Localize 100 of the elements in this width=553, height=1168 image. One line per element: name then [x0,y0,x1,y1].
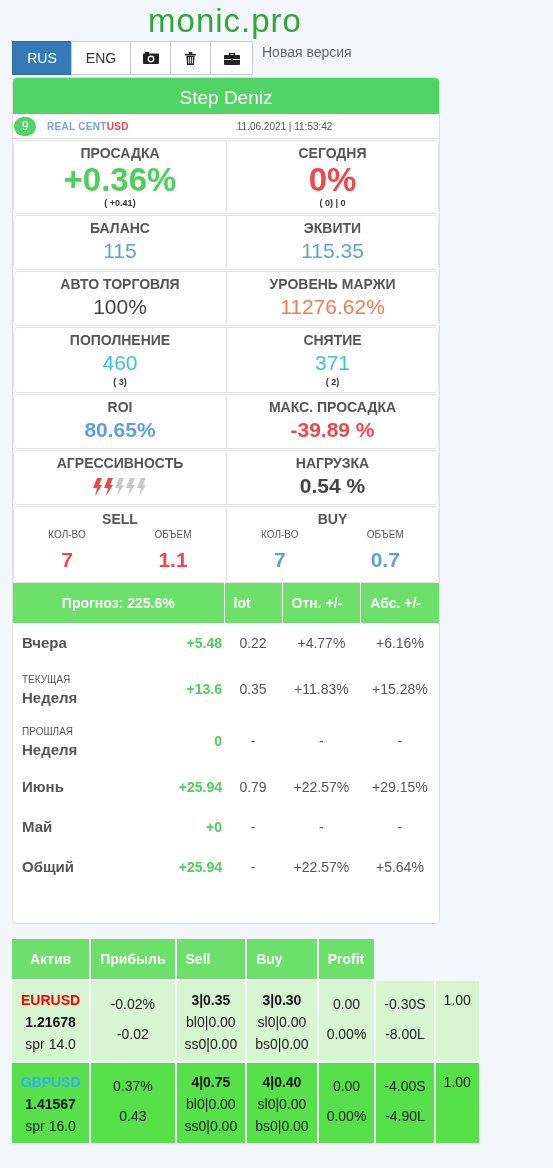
trash-icon [185,51,196,65]
table-cell: 0.22 [224,623,282,663]
language-button[interactable]: RUS [12,41,72,75]
table-cell-text: +29.15% [371,778,429,797]
lightning-icon [137,478,147,496]
table-cell-text: - [249,858,257,877]
stat-label: ПРОСАДКА [79,144,161,162]
stat-label: МАКС. ПРОСАДКА [267,398,398,416]
stat-value: -39.89 % [289,417,376,443]
stat-value: 100% [92,294,148,320]
table-cell-text: 0.00 [331,1077,362,1096]
stat-value: 80.65% [83,417,157,443]
table-cell-text: +22.57% [292,858,351,877]
column-label: КОЛ-ВО [260,528,300,542]
column-header: Актив [12,939,90,979]
table-cell-text: ss0|0.00 [184,1035,238,1054]
column-label: ОБЪЕМ [153,528,193,542]
stat-note: ( 0) | 0 [318,198,347,209]
table-cell-text: -4.90L [384,1107,426,1126]
table-cell-text: 0.00% [326,1025,367,1044]
stat-label: СЕГОДНЯ [297,144,368,162]
stat-value: 371 [313,350,351,376]
table-cell-text: 0.00% [326,1107,367,1126]
period-label: Вчера [22,634,68,652]
table-cell-text: -4.00S [384,1077,426,1096]
account-type: REAL CENTUSD [47,120,129,132]
table-cell-text: -0.30S [384,995,426,1014]
table-cell-text: 0.00 [331,995,362,1014]
table-cell-text: -8.00L [384,1025,426,1044]
stat-label: СНЯТИЕ [302,331,363,349]
spread-value: spr 16.0 [24,1117,77,1136]
stat-label: АГРЕССИВНОСТЬ [55,454,185,472]
stat-label: SELL [101,510,139,528]
new-version-link[interactable]: Новая версия [262,44,352,60]
stat-value: +0.36% [62,162,178,198]
table-cell-text: +25.94 [177,858,223,877]
column-header: lot [224,583,282,623]
stat-label: БАЛАНС [89,219,151,237]
period-label: Неделя [22,741,79,759]
camera-icon [142,52,159,64]
table-cell-text: 1.00 [443,1073,471,1092]
column-header: Sell [176,939,246,979]
table-cell-text: 3|0.30 [261,991,303,1010]
table-cell-text: 0.37% [112,1077,154,1096]
site-logo[interactable]: monic.pro [12,0,438,41]
table-cell-text: - [318,818,325,837]
table-cell-text: ss0|0.00 [184,1117,238,1136]
stat-value: 0% [307,162,358,198]
table-cell-text: +15.28% [371,680,429,699]
stat-note: ( +0.41) [103,198,137,209]
table-cell-text: 0.79 [238,778,268,797]
table-cell-text: 1.00 [443,991,471,1010]
stat-value: 0.54 % [298,473,367,499]
column-label: КОЛ-ВО [47,528,87,542]
spread-value: spr 14.0 [24,1035,77,1054]
table-cell-text: 4|0.40 [261,1073,303,1092]
stat-label: BUY [316,510,349,528]
stat-note: ( 3) [112,377,128,388]
column-header: Абс. +/- [360,583,439,623]
delete-button[interactable] [170,41,211,75]
order-volume: 1.1 [157,547,189,573]
period-label: Общий [22,858,76,876]
column-header: Buy [247,939,317,979]
stat-label: АВТО ТОРГОВЛЯ [59,275,181,293]
table-cell-text: 4|0.75 [190,1073,232,1092]
table-cell-text: +13.6 [185,680,223,699]
symbol-name: GBPUSD [20,1073,82,1092]
lightning-icon [104,478,114,496]
table-cell-text: sl0|0.00 [256,1013,308,1032]
table-cell-text: - [249,732,257,751]
period-label: Май [22,818,54,836]
order-count: 7 [272,547,287,573]
price-value: 1.21678 [24,1013,77,1032]
table-cell-text: +0 [205,818,223,837]
column-header: Отн. +/- [282,583,361,623]
table-cell-text: - [318,732,325,751]
table-cell-text: -0.02% [109,995,157,1014]
stat-label: НАГРУЗКА [294,454,371,472]
lightning-icon [115,478,125,496]
table-cell-text: bs0|0.00 [255,1117,309,1136]
date-time: 11.06.2021 | 11:53:42 [236,120,333,132]
column-header: Прибыль [91,939,175,979]
table-cell: +4.77% [282,623,361,663]
price-value: 1.41567 [24,1095,77,1114]
table-cell-text: - [396,818,404,837]
table-cell-text: +11.83% [293,680,350,699]
table-cell-text: bl0|0.00 [185,1013,237,1032]
table-cell-text: sl0|0.00 [256,1095,308,1114]
language-button[interactable]: ENG [71,41,131,75]
lightning-icon [93,478,103,496]
table-cell-text: +22.57% [292,778,351,797]
stat-value: 115.35 [300,238,365,264]
column-label: ОБЪЕМ [365,528,405,542]
count-badge: 9 [14,116,36,136]
camera-button[interactable] [130,41,171,75]
column-header: Profit [318,939,375,979]
briefcase-button[interactable] [210,41,253,75]
table-cell-text: -0.02 [115,1025,150,1044]
account-title: Step Deniz [13,78,439,114]
period-label: Неделя [22,689,79,707]
